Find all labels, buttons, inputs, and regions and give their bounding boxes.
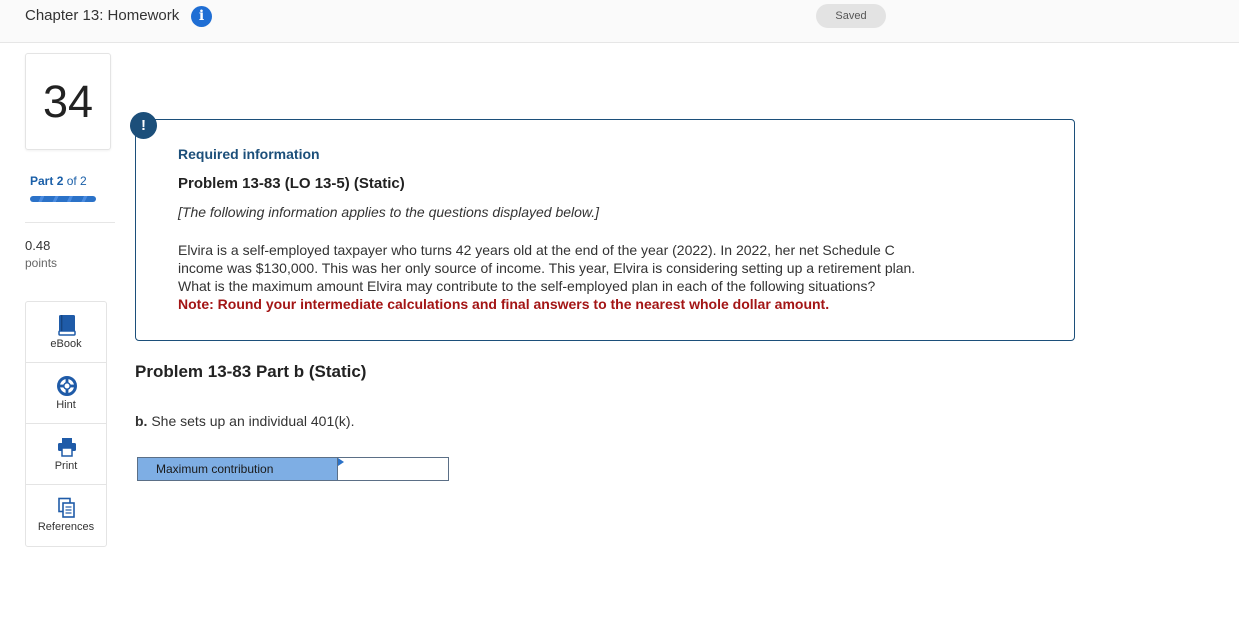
question-letter: b. — [135, 413, 148, 429]
answer-label: Maximum contribution — [138, 458, 338, 480]
ebook-label: eBook — [50, 338, 82, 350]
lifebuoy-icon — [57, 376, 77, 396]
scenario-line: income was $130,000. This was her only s… — [178, 260, 916, 276]
info-icon[interactable]: i — [191, 6, 212, 27]
applies-note: [The following information applies to th… — [178, 204, 600, 220]
points-label: points — [25, 256, 58, 270]
alert-icon: ! — [130, 112, 157, 139]
top-bar: Chapter 13: Homework i Saved — [0, 0, 1239, 43]
question-text: b. She sets up an individual 401(k). — [135, 413, 354, 429]
points-value: 0.48 — [25, 238, 51, 253]
answer-table: Maximum contribution — [137, 457, 449, 481]
scenario-text: Elvira is a self-employed taxpayer who t… — [178, 241, 1038, 295]
book-icon — [58, 315, 76, 336]
scenario-line: Elvira is a self-employed taxpayer who t… — [178, 242, 895, 258]
references-label: References — [37, 521, 95, 533]
printer-icon — [58, 438, 76, 457]
save-status-badge: Saved — [816, 4, 886, 28]
print-button[interactable]: Print — [26, 424, 106, 485]
question-number-box: 34 — [25, 53, 111, 150]
rail-divider — [25, 222, 115, 223]
problem-title: Problem 13-83 (LO 13-5) (Static) — [178, 175, 405, 192]
print-label: Print — [54, 460, 78, 472]
part-current: 2 — [56, 174, 64, 188]
assignment-title: Chapter 13: Homework — [25, 7, 180, 24]
hint-button[interactable]: Hint — [26, 363, 106, 424]
cell-marker-icon — [338, 458, 344, 466]
part-indicator: Part 2 of 2 — [30, 174, 87, 188]
part-progress-bar — [30, 196, 96, 202]
scenario-line: What is the maximum amount Elvira may co… — [178, 278, 876, 294]
part-total: of 2 — [66, 174, 87, 188]
question-number: 34 — [42, 76, 94, 127]
part-b-title: Problem 13-83 Part b (Static) — [135, 362, 367, 381]
part-label: Part — [30, 174, 54, 188]
ebook-button[interactable]: eBook — [26, 302, 106, 363]
required-info-heading: Required information — [178, 146, 320, 162]
copy-documents-icon — [58, 497, 75, 518]
required-info-panel: Required information Problem 13-83 (LO 1… — [135, 119, 1075, 341]
maximum-contribution-input[interactable] — [338, 458, 448, 480]
question-body: She sets up an individual 401(k). — [151, 413, 355, 429]
rounding-note: Note: Round your intermediate calculatio… — [178, 296, 830, 312]
answer-cell — [338, 458, 448, 480]
references-button[interactable]: References — [26, 485, 106, 546]
hint-label: Hint — [56, 399, 76, 411]
tool-panel: eBook Hint Print References — [25, 301, 107, 547]
